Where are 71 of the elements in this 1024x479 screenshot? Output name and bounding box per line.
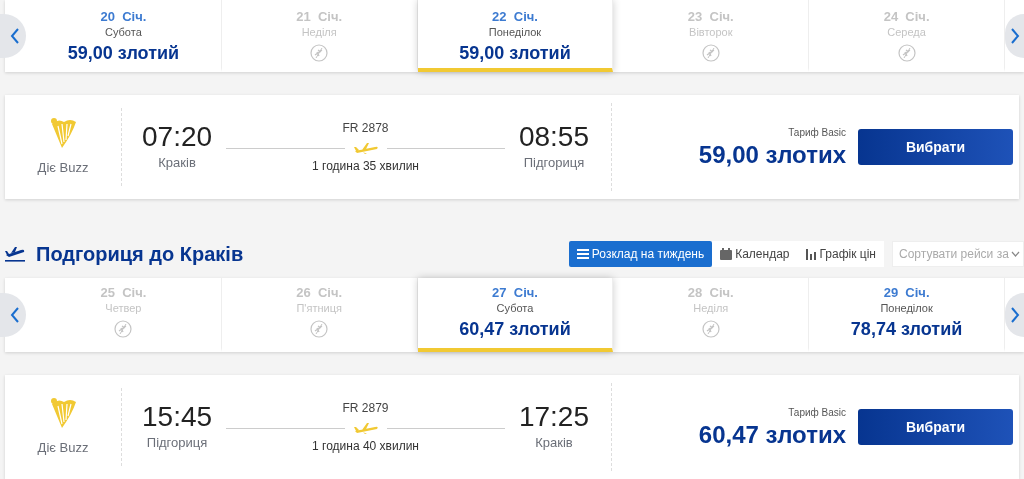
plane-icon: [352, 141, 379, 155]
date-label: 28 Січ.: [687, 285, 734, 301]
date-label: 26 Січ.: [296, 285, 343, 301]
date-label: 29 Січ.: [883, 285, 930, 301]
weekday-label: Вівторок: [689, 25, 733, 40]
menu-icon: [576, 249, 589, 259]
no-flight-icon: [114, 320, 133, 338]
view-tab[interactable]: Розклад на тиждень: [568, 241, 713, 267]
chevron-right-icon: [1010, 28, 1020, 44]
no-flight-icon: [701, 44, 720, 62]
calendar-icon: [720, 248, 733, 260]
chevron-right-icon: [1010, 307, 1020, 323]
flight-price: 59,00 злотих: [698, 139, 846, 170]
chevron-left-icon: [10, 307, 20, 323]
weekday-label: Неділя: [693, 301, 729, 316]
date-label: 27 Січ.: [492, 285, 538, 301]
price-label: 78,74 злотий: [850, 318, 963, 341]
caret-icon: [1010, 251, 1020, 257]
flight-duration: 1 година 40 хвилин: [312, 438, 419, 455]
weekday-label: П'ятниця: [296, 301, 342, 316]
fare-label: Тариф Basic: [788, 125, 846, 140]
departure-city: Краків: [158, 154, 196, 173]
fare-label: Тариф Basic: [788, 405, 846, 420]
date-tab[interactable]: 22 Січ. Понеділок 59,00 злотий: [417, 0, 614, 72]
arrival-city: Підгориця: [523, 154, 585, 173]
departure-city: Підгориця: [146, 434, 208, 453]
date-label: 22 Січ.: [492, 9, 538, 25]
select-button[interactable]: Вибрати: [858, 409, 1013, 445]
date-label: 23 Січ.: [687, 9, 734, 25]
departure-time: 07:20: [142, 121, 213, 154]
chevron-left-icon: [10, 28, 20, 44]
view-tab[interactable]: Графік цін: [797, 241, 884, 267]
no-flight-icon: [310, 44, 329, 62]
weekday-label: Четвер: [105, 301, 142, 316]
airline-name: Діє Buzz: [37, 439, 89, 458]
weekday-label: Неділя: [301, 25, 337, 40]
select-button[interactable]: Вибрати: [858, 129, 1013, 165]
date-label: 25 Січ.: [100, 285, 147, 301]
flight-number: FR 2879: [342, 400, 389, 417]
previous-button[interactable]: [0, 14, 26, 58]
bar-chart-icon: [805, 248, 817, 260]
weekday-label: Понеділок: [488, 25, 542, 40]
date-label: 21 Січ.: [296, 9, 343, 25]
departure-time: 15:45: [142, 401, 213, 434]
plane-icon: [352, 421, 379, 435]
date-tab[interactable]: 27 Січ. Субота 60,47 злотий: [417, 278, 614, 352]
previous-button[interactable]: [0, 293, 26, 337]
airline-name: Діє Buzz: [37, 159, 89, 178]
view-tab[interactable]: Календар: [712, 241, 798, 267]
weekday-label: Субота: [105, 25, 142, 40]
flight-number: FR 2878: [342, 120, 389, 137]
date-tab[interactable]: 29 Січ. Понеділок 78,74 злотий: [809, 278, 1005, 352]
price-label: 59,00 злотий: [459, 42, 571, 65]
section-title: Подгориця до Краків: [36, 242, 244, 266]
no-flight-icon: [310, 320, 329, 338]
flight-price: 60,47 злотих: [698, 419, 846, 450]
takeoff-icon: [5, 246, 25, 262]
no-flight-icon: [897, 44, 916, 62]
weekday-label: Середа: [887, 25, 926, 40]
arrival-time: 17:25: [518, 401, 589, 434]
arrival-time: 08:55: [518, 121, 589, 154]
weekday-label: Понеділок: [880, 301, 933, 316]
price-label: 59,00 злотий: [67, 42, 180, 65]
date-label: 20 Січ.: [100, 9, 147, 25]
flight-duration: 1 година 35 хвилин: [312, 158, 419, 175]
price-label: 60,47 злотий: [459, 318, 571, 341]
date-tab[interactable]: 20 Січ. Субота 59,00 злотий: [26, 0, 222, 72]
date-label: 24 Січ.: [883, 9, 930, 25]
arrival-city: Краків: [535, 434, 573, 453]
no-flight-icon: [701, 320, 720, 338]
weekday-label: Субота: [496, 301, 534, 316]
